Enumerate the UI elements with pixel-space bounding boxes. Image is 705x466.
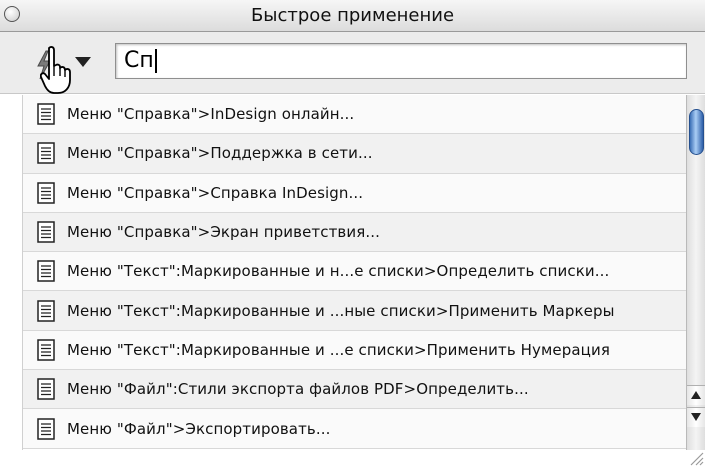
document-icon xyxy=(37,299,55,322)
result-item[interactable]: Меню "Файл":Стили экспорта файлов PDF>Оп… xyxy=(23,370,686,410)
result-item-label: Меню "Текст":Маркированные и н...е списк… xyxy=(67,262,610,281)
result-item[interactable]: Меню "Текст":Маркированные и ...е списки… xyxy=(23,330,686,371)
result-item[interactable]: Меню "Файл">Экспортировать... xyxy=(23,409,686,449)
document-icon xyxy=(37,103,55,125)
result-item-label: Меню "Справка">InDesign онлайн... xyxy=(67,105,355,124)
result-item-label: Меню "Справка">Экран приветствия... xyxy=(67,223,380,242)
results-list[interactable]: Меню "Справка">InDesign онлайн... Меню "С… xyxy=(22,95,686,450)
document-icon xyxy=(37,339,55,361)
result-item[interactable]: Меню "Справка">InDesign онлайн... xyxy=(23,95,686,135)
document-icon xyxy=(37,260,55,283)
result-item[interactable]: Меню "Текст":Маркированные и н...е списк… xyxy=(23,252,686,292)
document-icon xyxy=(37,221,55,243)
result-item-label: Меню "Файл":Стили экспорта файлов PDF>Оп… xyxy=(67,380,529,399)
document-icon xyxy=(37,181,55,204)
toolbar: Сп xyxy=(0,32,705,94)
search-input[interactable]: Сп xyxy=(115,43,687,79)
document-icon xyxy=(37,417,55,440)
result-item[interactable]: Меню "Текст":Маркированные и ...ные спис… xyxy=(23,291,686,331)
scroll-up-button[interactable] xyxy=(687,385,705,405)
document-icon xyxy=(37,378,55,400)
vertical-scrollbar[interactable] xyxy=(686,95,705,450)
result-item-label: Меню "Текст":Маркированные и ...ные спис… xyxy=(67,301,615,320)
result-item[interactable]: Меню "Справка">Экран приветствия... xyxy=(23,212,686,253)
result-item-label: Меню "Файл">Экспортировать... xyxy=(67,419,331,438)
result-item[interactable]: Меню "Справка">Поддержка в сети... xyxy=(23,134,686,174)
scroll-down-button[interactable] xyxy=(687,407,705,427)
hand-pointer-icon xyxy=(40,46,71,94)
document-icon xyxy=(37,142,55,165)
resize-grip-icon[interactable] xyxy=(686,450,705,466)
result-item-label: Меню "Справка">Справка InDesign... xyxy=(67,183,364,202)
window-title: Быстрое применение xyxy=(250,5,455,26)
title-bar[interactable]: Быстрое применение xyxy=(0,0,705,32)
result-item[interactable]: Меню "Справка">Справка InDesign... xyxy=(23,173,686,213)
scroll-up-arrow-icon xyxy=(691,391,701,399)
scroll-thumb[interactable] xyxy=(689,109,704,155)
search-value: Сп xyxy=(124,48,154,73)
quick-apply-window: Быстрое применение Сп Меню "Справка">InD… xyxy=(0,0,705,466)
result-item-label: Меню "Текст":Маркированные и ...е списки… xyxy=(67,340,610,359)
result-item-label: Меню "Справка">Поддержка в сети... xyxy=(67,144,373,163)
scroll-down-arrow-icon xyxy=(691,413,701,421)
text-caret xyxy=(154,49,157,73)
